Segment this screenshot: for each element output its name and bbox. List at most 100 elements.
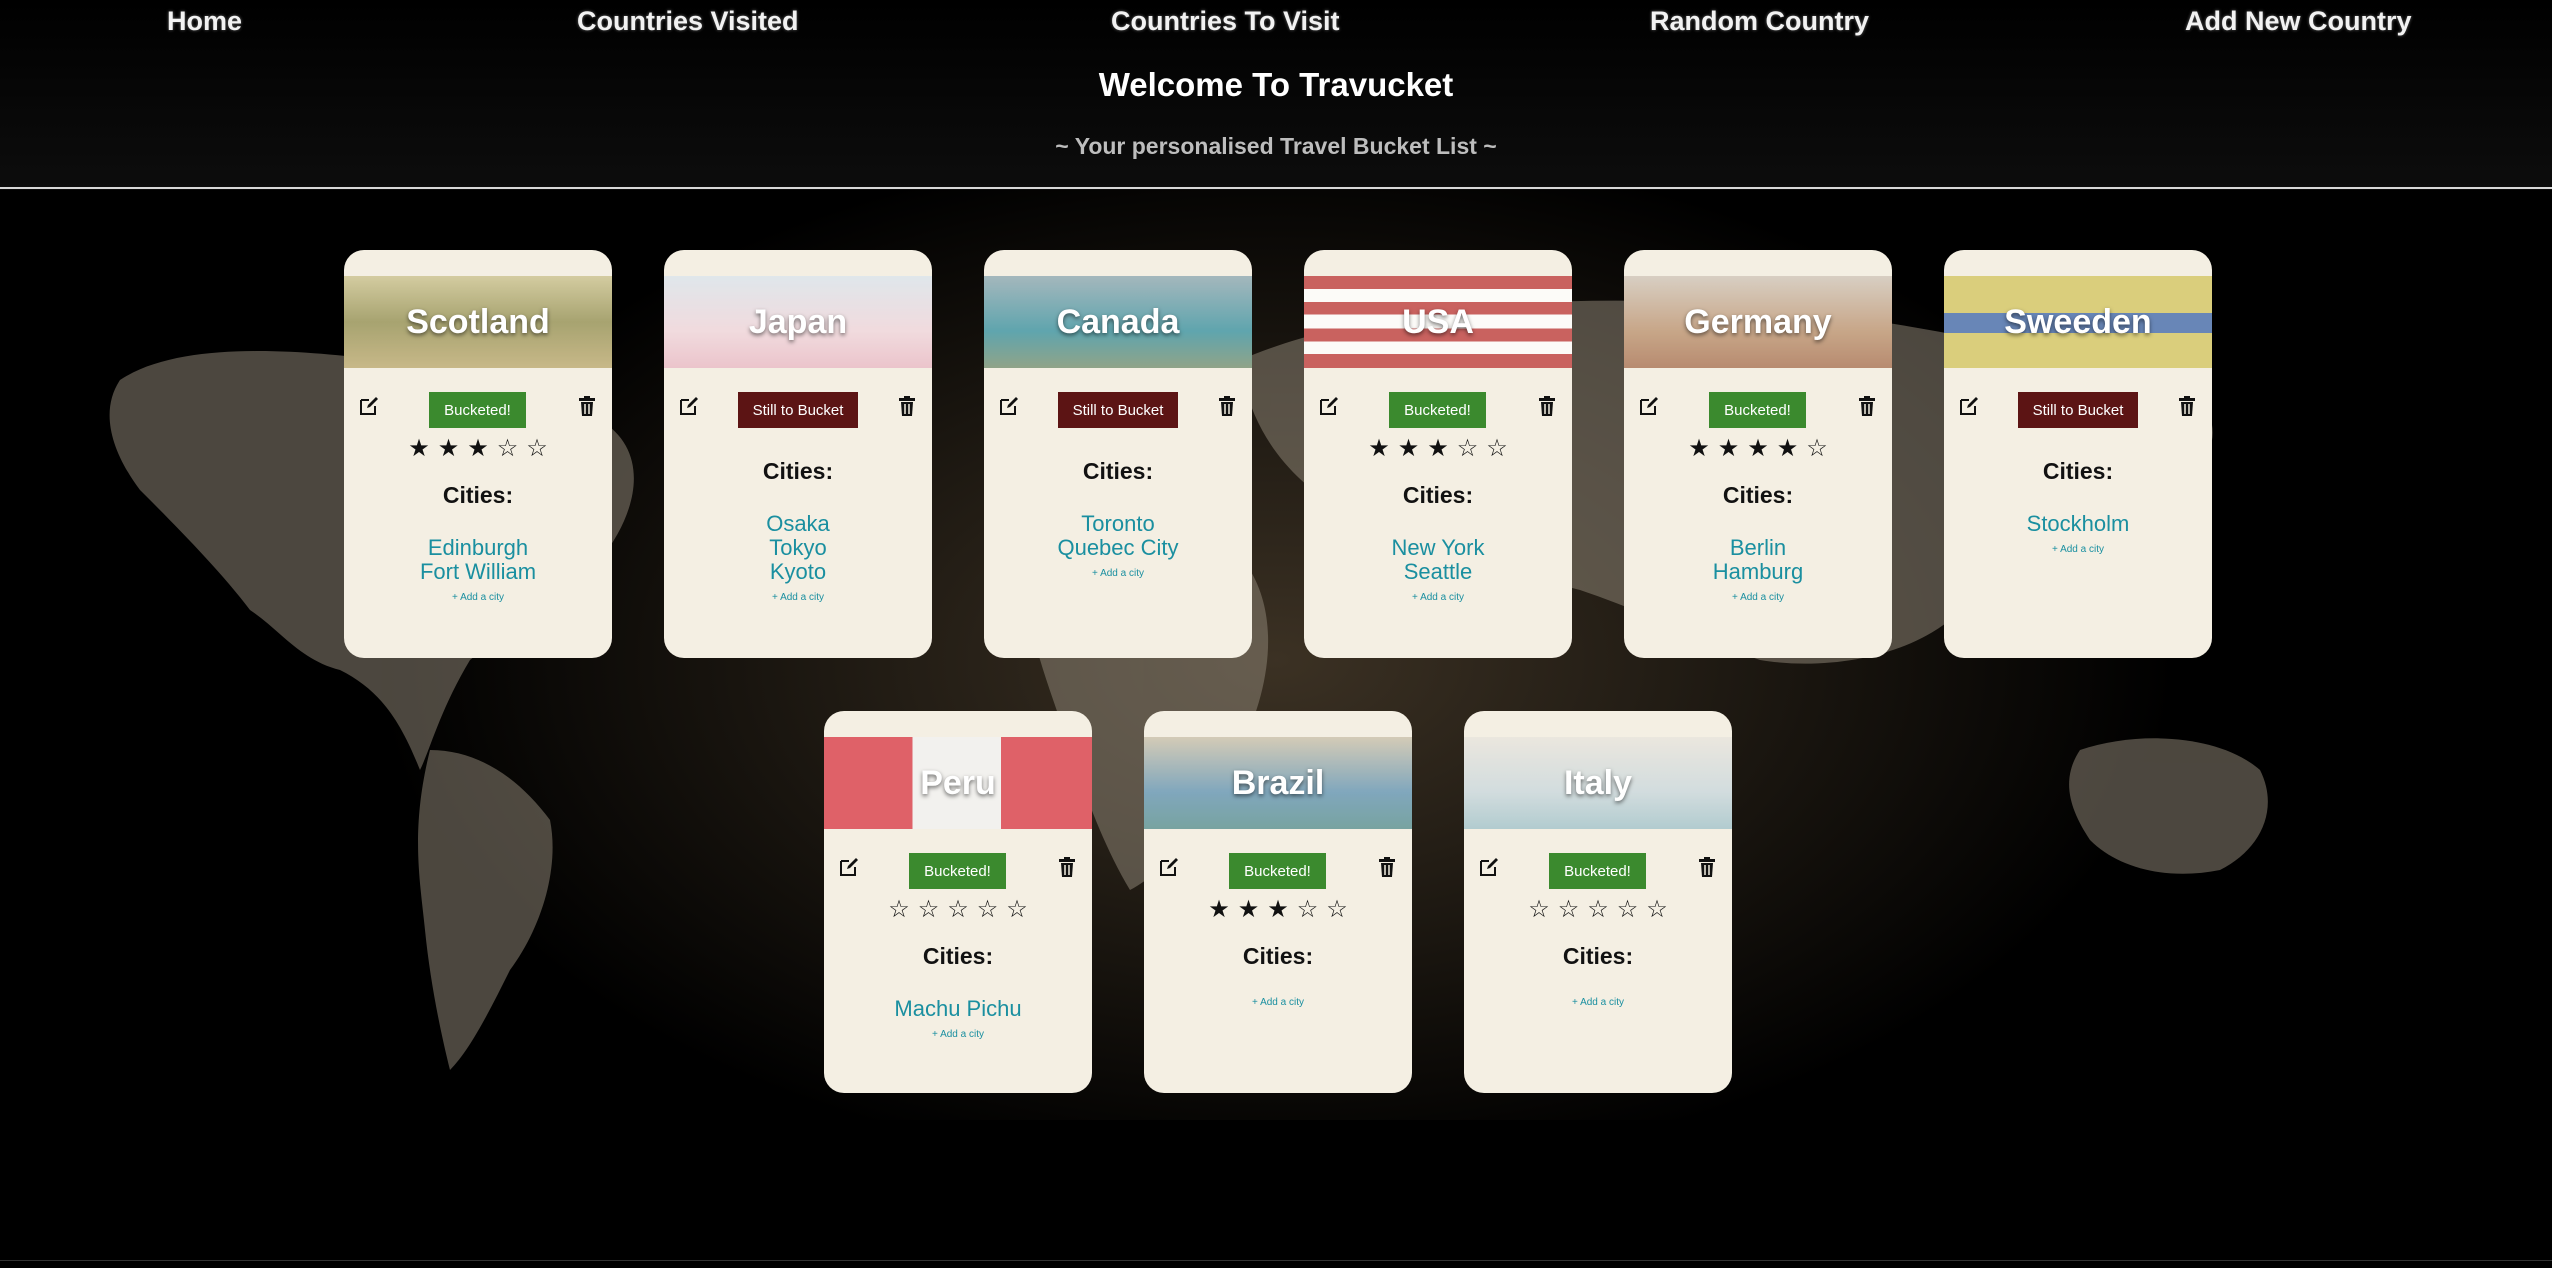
star-icon[interactable]: ★: [1368, 435, 1398, 462]
star-icon[interactable]: ★: [1267, 896, 1297, 923]
star-icon[interactable]: ☆: [497, 435, 527, 462]
edit-icon[interactable]: [998, 395, 1020, 417]
city-link[interactable]: Toronto: [984, 512, 1252, 536]
footer-divider: [0, 1260, 2552, 1261]
country-banner-image: Japan: [664, 276, 932, 368]
star-icon[interactable]: ☆: [1326, 896, 1356, 923]
star-icon[interactable]: ☆: [1558, 896, 1588, 923]
country-name: Canada: [1056, 302, 1180, 341]
nav-home-link[interactable]: Home: [167, 6, 242, 37]
city-link[interactable]: Tokyo: [664, 536, 932, 560]
add-city-link[interactable]: + Add a city: [344, 592, 612, 603]
star-icon[interactable]: ★: [1427, 435, 1457, 462]
star-icon[interactable]: ★: [1238, 896, 1268, 923]
bucket-status-button[interactable]: Bucketed!: [909, 853, 1006, 889]
add-city-link[interactable]: + Add a city: [664, 592, 932, 603]
country-name: Sweeden: [2004, 302, 2152, 341]
city-link[interactable]: Hamburg: [1624, 560, 1892, 584]
trash-icon[interactable]: [576, 395, 598, 417]
add-city-link[interactable]: + Add a city: [1144, 997, 1412, 1008]
edit-icon[interactable]: [1158, 856, 1180, 878]
cities-heading: Cities:: [442, 482, 514, 508]
trash-icon[interactable]: [1856, 395, 1878, 417]
star-rating: ★★★☆☆: [1144, 895, 1412, 924]
star-icon[interactable]: ☆: [1528, 896, 1558, 923]
star-rating: ★★★☆☆: [344, 434, 612, 463]
bucket-status-button[interactable]: Bucketed!: [1389, 392, 1486, 428]
city-link[interactable]: Quebec City: [984, 536, 1252, 560]
main-nav: Home Countries Visited Countries To Visi…: [0, 6, 2552, 46]
add-city-link[interactable]: + Add a city: [1624, 592, 1892, 603]
nav-countries-to-visit-link[interactable]: Countries To Visit: [1111, 6, 1340, 37]
city-link[interactable]: Fort William: [344, 560, 612, 584]
star-icon[interactable]: ★: [1777, 435, 1807, 462]
trash-icon[interactable]: [2176, 395, 2198, 417]
star-icon[interactable]: ★: [1208, 896, 1238, 923]
city-link[interactable]: Kyoto: [664, 560, 932, 584]
city-link[interactable]: Berlin: [1624, 536, 1892, 560]
city-list: Berlin Hamburg: [1624, 536, 1892, 584]
star-icon[interactable]: ★: [1747, 435, 1777, 462]
country-name: Italy: [1563, 763, 1633, 802]
trash-icon[interactable]: [1536, 395, 1558, 417]
bucket-status-button[interactable]: Still to Bucket: [1058, 392, 1178, 428]
add-city-link[interactable]: + Add a city: [1944, 544, 2212, 555]
nav-random-country-link[interactable]: Random Country: [1650, 6, 1869, 37]
country-name: USA: [1402, 302, 1474, 341]
nav-countries-visited-link[interactable]: Countries Visited: [577, 6, 799, 37]
edit-icon[interactable]: [1478, 856, 1500, 878]
bucket-status-button[interactable]: Bucketed!: [1549, 853, 1646, 889]
star-icon[interactable]: ☆: [1297, 896, 1327, 923]
star-icon[interactable]: ★: [438, 435, 468, 462]
cities-heading: Cities:: [1402, 482, 1474, 508]
star-icon[interactable]: ★: [1718, 435, 1748, 462]
star-icon[interactable]: ☆: [947, 896, 977, 923]
city-link[interactable]: Seattle: [1304, 560, 1572, 584]
bucket-status-button[interactable]: Still to Bucket: [738, 392, 858, 428]
star-icon[interactable]: ☆: [977, 896, 1007, 923]
add-city-link[interactable]: + Add a city: [1464, 997, 1732, 1008]
edit-icon[interactable]: [1318, 395, 1340, 417]
trash-icon[interactable]: [896, 395, 918, 417]
add-city-link[interactable]: + Add a city: [1304, 592, 1572, 603]
city-link[interactable]: Osaka: [664, 512, 932, 536]
star-icon[interactable]: ☆: [888, 896, 918, 923]
star-icon[interactable]: ★: [1398, 435, 1428, 462]
header-divider: [0, 187, 2552, 189]
edit-icon[interactable]: [838, 856, 860, 878]
star-icon[interactable]: ☆: [1617, 896, 1647, 923]
edit-icon[interactable]: [1958, 395, 1980, 417]
trash-icon[interactable]: [1056, 856, 1078, 878]
star-icon[interactable]: ★: [1688, 435, 1718, 462]
city-link[interactable]: Edinburgh: [344, 536, 612, 560]
star-icon[interactable]: ★: [408, 435, 438, 462]
star-icon[interactable]: ☆: [1006, 896, 1036, 923]
edit-icon[interactable]: [678, 395, 700, 417]
trash-icon[interactable]: [1696, 856, 1718, 878]
star-icon[interactable]: ☆: [526, 435, 556, 462]
bucket-status-button[interactable]: Bucketed!: [1709, 392, 1806, 428]
country-banner-image: Germany: [1624, 276, 1892, 368]
edit-icon[interactable]: [1638, 395, 1660, 417]
bucket-status-button[interactable]: Bucketed!: [429, 392, 526, 428]
trash-icon[interactable]: [1376, 856, 1398, 878]
city-link[interactable]: Machu Pichu: [824, 997, 1092, 1021]
bucket-status-button[interactable]: Bucketed!: [1229, 853, 1326, 889]
edit-icon[interactable]: [358, 395, 380, 417]
star-icon[interactable]: ☆: [1486, 435, 1516, 462]
city-link[interactable]: New York: [1304, 536, 1572, 560]
star-icon[interactable]: ★: [467, 435, 497, 462]
cities-heading: Cities:: [2042, 458, 2114, 484]
star-icon[interactable]: ☆: [1457, 435, 1487, 462]
star-icon[interactable]: ☆: [1806, 435, 1836, 462]
add-city-link[interactable]: + Add a city: [824, 1029, 1092, 1040]
nav-add-new-country-link[interactable]: Add New Country: [2185, 6, 2412, 37]
add-city-link[interactable]: + Add a city: [984, 568, 1252, 579]
city-link[interactable]: Stockholm: [1944, 512, 2212, 536]
trash-icon[interactable]: [1216, 395, 1238, 417]
star-icon[interactable]: ☆: [1646, 896, 1676, 923]
cities-heading: Cities:: [1562, 943, 1634, 969]
bucket-status-button[interactable]: Still to Bucket: [2018, 392, 2138, 428]
star-icon[interactable]: ☆: [918, 896, 948, 923]
star-icon[interactable]: ☆: [1587, 896, 1617, 923]
